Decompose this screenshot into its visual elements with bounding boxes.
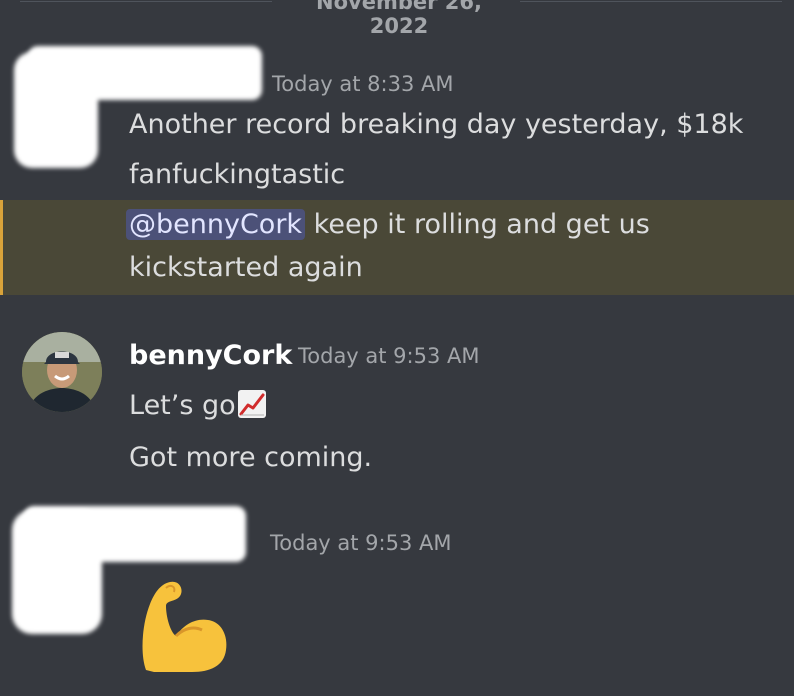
message-text-line: Another record breaking day yesterday, $…: [129, 109, 744, 140]
date-divider-label: November 26, 2022: [316, 0, 482, 38]
message-text-line: fanfuckingtastic: [129, 159, 346, 190]
user-mention[interactable]: @bennyCork: [126, 209, 306, 240]
divider-line-right: [520, 1, 782, 2]
message-text-line: Let’s go: [129, 390, 266, 421]
mention-highlight-bar: [0, 200, 3, 295]
message-text-line: Got more coming.: [129, 442, 373, 473]
avatar[interactable]: [22, 332, 102, 412]
message-text-line: @bennyCork keep it rolling and get us: [126, 209, 650, 240]
date-divider: November 26, 2022: [0, 0, 794, 38]
message-timestamp: Today at 9:53 AM: [298, 344, 480, 368]
message-text-line: kickstarted again: [129, 252, 363, 283]
redacted-username: [28, 46, 262, 100]
chart-increasing-emoji: [237, 390, 266, 418]
message-timestamp: Today at 8:33 AM: [272, 72, 454, 96]
message-text: Let’s go: [129, 390, 236, 421]
redacted-username: [24, 506, 246, 562]
message-timestamp: Today at 9:53 AM: [270, 531, 452, 555]
flexed-biceps-emoji: [136, 574, 230, 674]
divider-line-left: [20, 1, 272, 2]
mention-message-text: keep it rolling and get us: [313, 209, 650, 240]
avatar-photo: [22, 332, 102, 412]
message-author-username[interactable]: bennyCork: [129, 340, 292, 371]
